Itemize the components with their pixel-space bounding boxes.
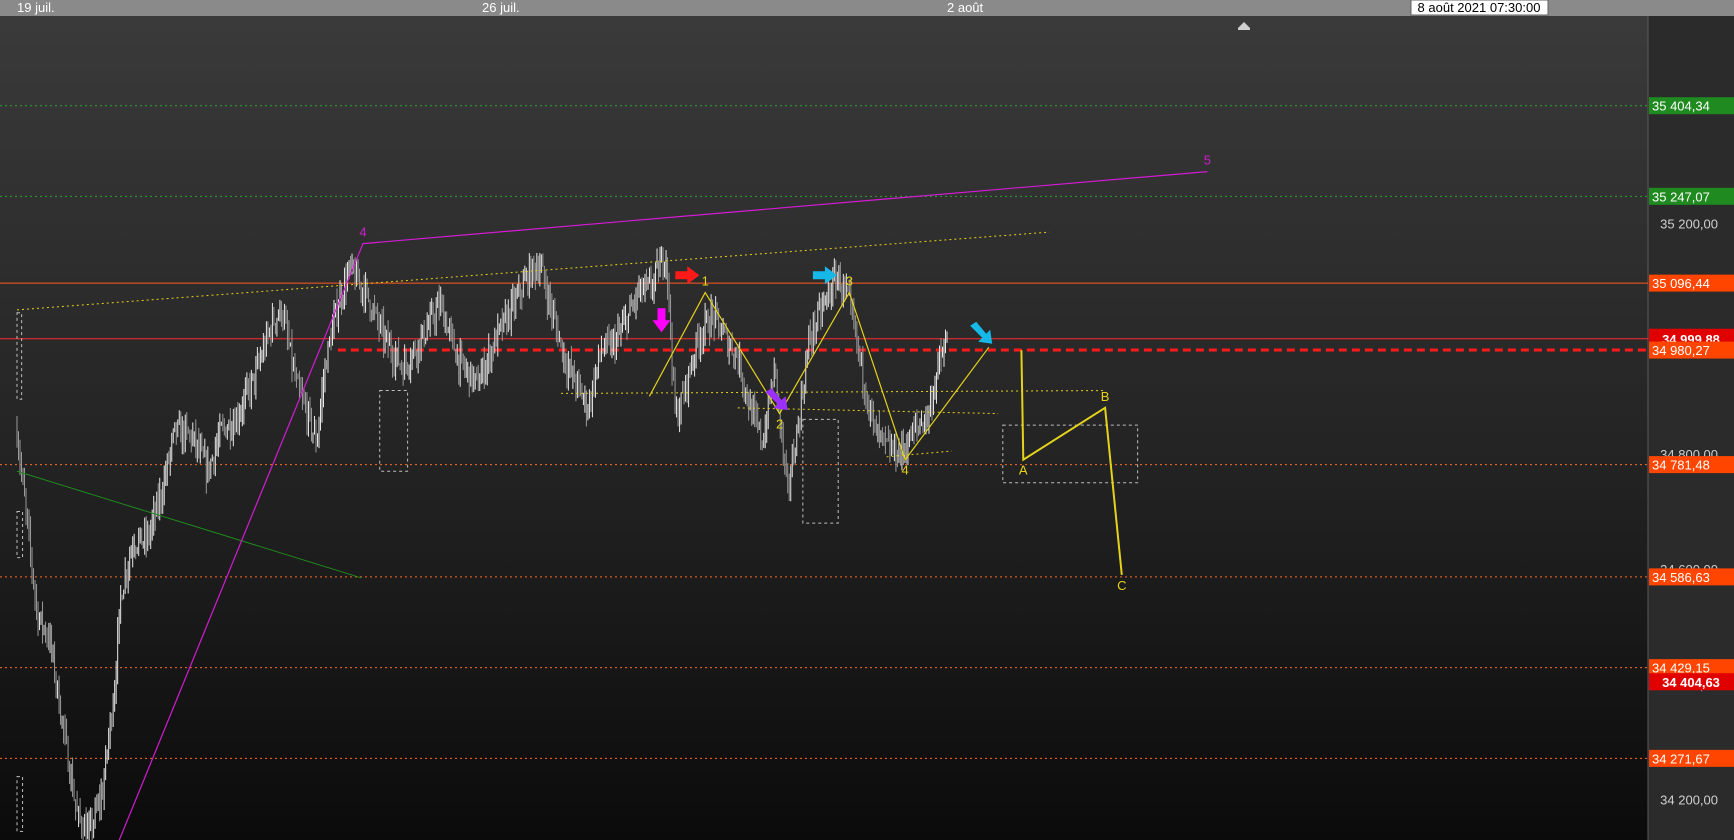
time-label-2: 2 août bbox=[947, 0, 984, 15]
yellow-impulse-label-2: 3 bbox=[846, 274, 853, 289]
level-badge-label-9: 34 271,67 bbox=[1652, 751, 1710, 766]
plot-background bbox=[0, 0, 1734, 840]
level-badge-label-2: 35 096,44 bbox=[1652, 276, 1710, 291]
level-badge-label-4: 34 980,27 bbox=[1652, 343, 1710, 358]
yellow-impulse-label-1: 2 bbox=[776, 417, 783, 432]
price-tick-label: 35 200,00 bbox=[1660, 216, 1718, 231]
yellow-impulse-label-3: 4 bbox=[902, 463, 909, 478]
time-label-0: 19 juil. bbox=[17, 0, 55, 15]
price-axis-panel[interactable] bbox=[1648, 16, 1734, 840]
price-tick-label: 34 200,00 bbox=[1660, 793, 1718, 808]
yellow-abc-label-2: C bbox=[1117, 578, 1126, 593]
level-badge-label-8: 34 404,63 bbox=[1662, 675, 1720, 690]
time-label-1: 26 juil. bbox=[482, 0, 520, 15]
level-badge-label-0: 35 404,34 bbox=[1652, 99, 1710, 114]
yellow-abc-label-0: A bbox=[1019, 463, 1028, 478]
yellow-impulse-label-0: 1 bbox=[702, 274, 709, 289]
level-badge-label-6: 34 586,63 bbox=[1652, 570, 1710, 585]
price-chart[interactable]: 451234ABC 35 200,0034 800,0034 600,0034 … bbox=[0, 0, 1734, 840]
magenta-impulse-label-0: 4 bbox=[359, 225, 366, 240]
level-badge-label-1: 35 247,07 bbox=[1652, 189, 1710, 204]
time-cursor-label: 8 août 2021 07:30:00 bbox=[1418, 0, 1541, 15]
magenta-impulse-label-1: 5 bbox=[1204, 153, 1211, 168]
level-badge-label-5: 34 781,48 bbox=[1652, 458, 1710, 473]
yellow-abc-label-1: B bbox=[1101, 389, 1110, 404]
